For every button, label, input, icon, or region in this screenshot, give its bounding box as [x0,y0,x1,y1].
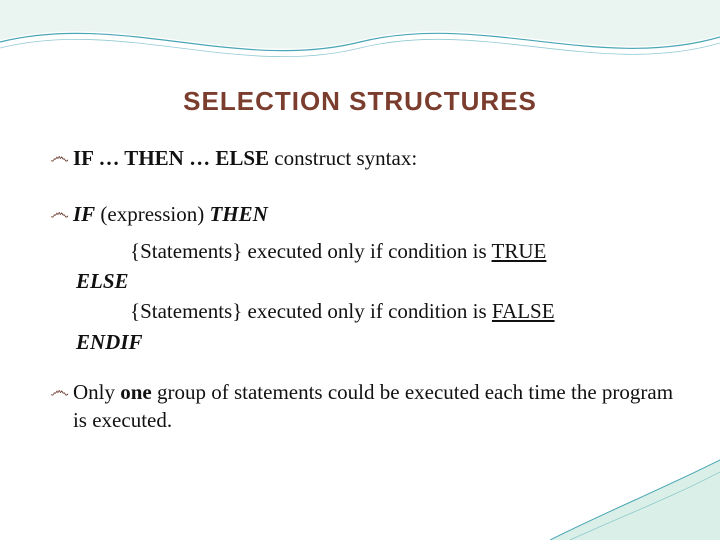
code-line-3: ELSE [76,267,680,295]
slide-title: SELECTION STRUCTURES [0,86,720,117]
code-line-2: {Statements} executed only if condition … [130,237,680,265]
code-line-4: {Statements} executed only if condition … [130,297,680,325]
bullet-icon: ෴ [50,144,69,170]
slide: SELECTION STRUCTURES ෴ IF … THEN … ELSE … [0,0,720,540]
wave-decoration [0,0,720,80]
code-line-5: ENDIF [76,328,680,356]
bullet-icon: ෴ [50,378,69,404]
bullet-1-text: IF … THEN … ELSE construct syntax: [73,144,680,172]
code-line-1: IF (expression) THEN [73,200,680,228]
slide-body: ෴ IF … THEN … ELSE construct syntax: ෴ I… [50,144,680,441]
bullet-icon: ෴ [50,200,69,226]
bullet-3: ෴ Only one group of statements could be … [50,378,680,435]
bullet-2: ෴ IF (expression) THEN [50,200,680,228]
bullet-1: ෴ IF … THEN … ELSE construct syntax: [50,144,680,172]
bullet-3-text: Only one group of statements could be ex… [73,378,680,435]
